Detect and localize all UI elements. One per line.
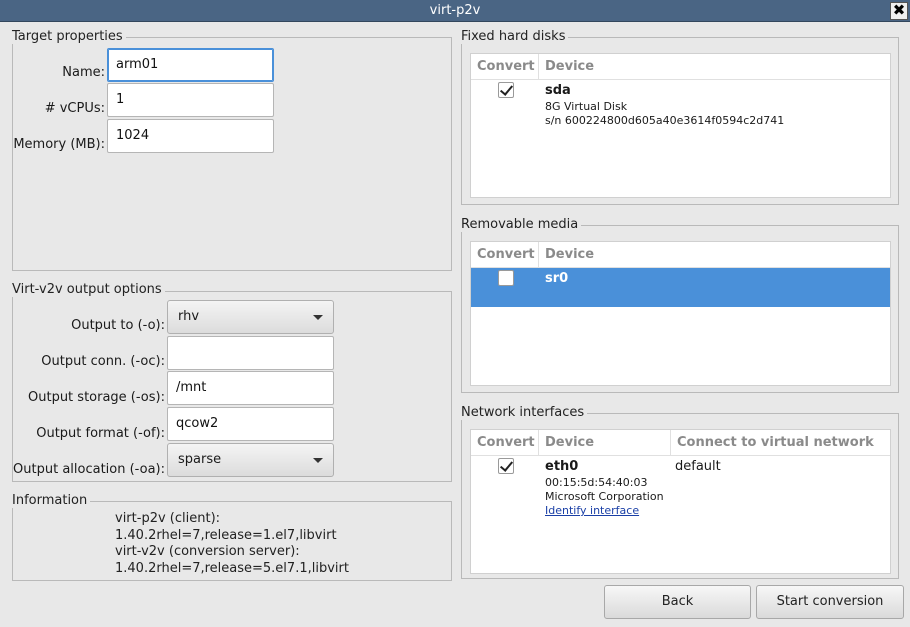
memory-field[interactable]: 1024 xyxy=(107,119,274,153)
window-title: virt-p2v xyxy=(429,3,481,18)
col-convert[interactable]: Convert xyxy=(471,430,539,456)
info-client-label: virt-p2v (client): xyxy=(115,511,221,526)
output-conn-field[interactable] xyxy=(167,336,334,370)
output-format-label: Output format (-of): xyxy=(36,426,165,441)
output-to-label: Output to (-o): xyxy=(71,318,165,333)
output-allocation-label: Output allocation (-oa): xyxy=(13,462,165,477)
eth0-mac-address: 00:15:5d:54:40:03 xyxy=(545,476,648,489)
info-client-version: 1.40.2rhel=7,release=1.el7,libvirt xyxy=(115,528,337,543)
title-bar: virt-p2v ✖ xyxy=(0,0,910,22)
network-interfaces-list[interactable]: Convert Device Connect to virtual networ… xyxy=(470,429,891,574)
chevron-down-icon xyxy=(313,458,323,463)
vcpus-field[interactable]: 1 xyxy=(107,83,274,117)
fixed-disks-header: Convert Device xyxy=(471,54,890,80)
eth0-convert-checkbox[interactable] xyxy=(498,458,514,474)
col-device[interactable]: Device xyxy=(539,242,892,268)
output-storage-field[interactable]: /mnt xyxy=(167,371,334,405)
information-label: Information xyxy=(12,493,91,508)
output-allocation-select[interactable]: sparse xyxy=(167,443,334,477)
sda-convert-checkbox[interactable] xyxy=(498,82,514,98)
eth0-vendor: Microsoft Corporation xyxy=(545,490,664,503)
output-storage-label: Output storage (-os): xyxy=(28,390,165,405)
chevron-down-icon xyxy=(313,315,323,320)
col-virtual-network[interactable]: Connect to virtual network xyxy=(671,430,892,456)
fixed-disks-label: Fixed hard disks xyxy=(461,29,569,44)
eth0-device-name: eth0 xyxy=(545,459,579,474)
sda-device-size: 8G Virtual Disk xyxy=(545,100,628,113)
identify-interface-link[interactable]: Identify interface xyxy=(545,504,639,518)
output-to-value: rhv xyxy=(178,309,200,324)
output-allocation-value: sparse xyxy=(178,452,222,467)
sr0-device-name: sr0 xyxy=(545,271,569,286)
info-server-version: 1.40.2rhel=7,release=5.el7.1,libvirt xyxy=(115,561,349,576)
output-conn-label: Output conn. (-oc): xyxy=(41,354,165,369)
eth0-virtual-network[interactable]: default xyxy=(675,459,721,474)
memory-label: Memory (MB): xyxy=(13,137,105,152)
sda-device-name: sda xyxy=(545,83,571,98)
col-device[interactable]: Device xyxy=(539,430,671,456)
col-device[interactable]: Device xyxy=(539,54,892,80)
col-convert[interactable]: Convert xyxy=(471,54,539,80)
sda-device-serial: s/n 600224800d605a40e3614f0594c2d741 xyxy=(545,114,785,127)
sr0-row[interactable] xyxy=(471,268,890,307)
output-to-select[interactable]: rhv xyxy=(167,300,334,334)
target-properties-label: Target properties xyxy=(12,29,126,44)
fixed-disks-list[interactable]: Convert Device sda 8G Virtual Disk s/n 6… xyxy=(470,53,891,198)
removable-media-label: Removable media xyxy=(461,217,582,232)
back-button[interactable]: Back xyxy=(604,585,751,619)
output-options-label: Virt-v2v output options xyxy=(12,282,165,297)
vcpus-label: # vCPUs: xyxy=(44,101,105,116)
close-icon[interactable]: ✖ xyxy=(890,2,908,20)
name-field[interactable]: arm01 xyxy=(107,48,274,82)
sr0-convert-checkbox[interactable] xyxy=(498,270,514,286)
name-label: Name: xyxy=(62,65,105,80)
network-interfaces-label: Network interfaces xyxy=(461,405,588,420)
col-convert[interactable]: Convert xyxy=(471,242,539,268)
start-conversion-button[interactable]: Start conversion xyxy=(756,585,904,619)
output-format-field[interactable]: qcow2 xyxy=(167,407,334,441)
info-server-label: virt-v2v (conversion server): xyxy=(115,544,300,559)
network-interfaces-header: Convert Device Connect to virtual networ… xyxy=(471,430,890,456)
removable-media-header: Convert Device xyxy=(471,242,890,268)
removable-media-list[interactable]: Convert Device sr0 xyxy=(470,241,891,386)
